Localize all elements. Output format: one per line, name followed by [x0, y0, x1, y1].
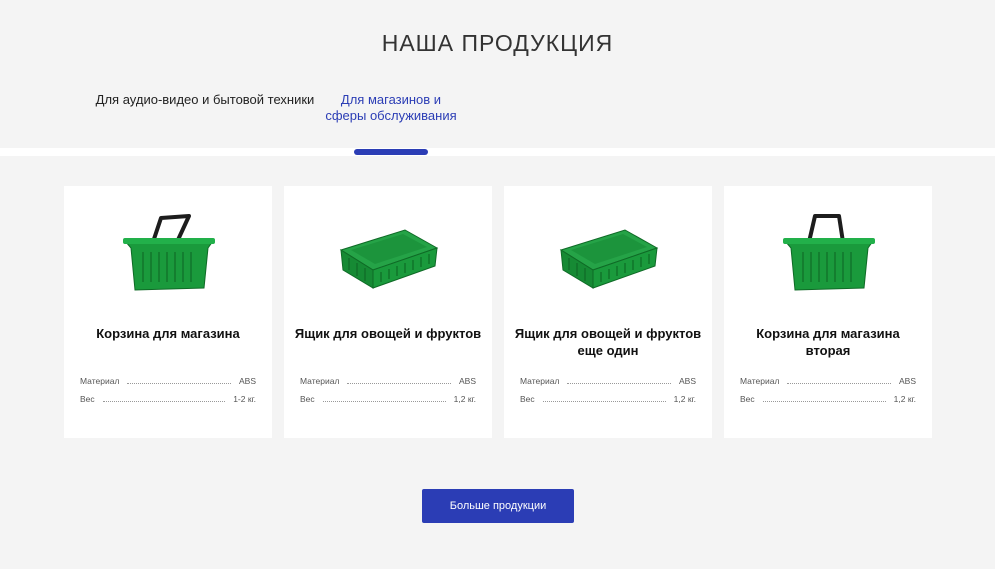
spec-row-weight: Вес 1,2 кг.	[520, 392, 696, 404]
spec-value: 1-2 кг.	[233, 394, 256, 404]
product-name: Ящик для овощей и фруктов еще один	[514, 326, 702, 358]
spec-value: ABS	[678, 376, 696, 386]
active-tab-indicator	[354, 149, 428, 155]
spec-leader-dots	[567, 382, 671, 384]
spec-label: Материал	[80, 376, 120, 386]
product-card[interactable]: Корзина для магазина Материал ABS Вес 1-…	[64, 186, 272, 438]
spec-value: 1,2 кг.	[893, 394, 916, 404]
shopping-basket-image	[64, 210, 272, 300]
spec-value: ABS	[898, 376, 916, 386]
product-card[interactable]: Ящик для овощей и фруктов Материал ABS В…	[284, 186, 492, 438]
tab-audio-video[interactable]: Для аудио-видео и бытовой техники	[95, 92, 315, 108]
spec-label: Материал	[740, 376, 780, 386]
tab-shops-services[interactable]: Для магазинов и сферы обслуживания	[320, 92, 462, 124]
spec-leader-dots	[322, 400, 446, 402]
spec-leader-dots	[102, 400, 226, 402]
tabs-divider	[0, 148, 995, 156]
vegetable-crate-image	[284, 210, 492, 300]
spec-value: ABS	[238, 376, 256, 386]
spec-value: ABS	[458, 376, 476, 386]
product-category-tabs: Для аудио-видео и бытовой техники Для ма…	[0, 92, 995, 156]
spec-row-material: Материал ABS	[740, 374, 916, 386]
shopping-basket-image	[724, 210, 932, 300]
product-card[interactable]: Ящик для овощей и фруктов еще один Матер…	[504, 186, 712, 438]
spec-leader-dots	[542, 400, 666, 402]
spec-leader-dots	[127, 382, 231, 384]
vegetable-crate-image	[504, 210, 712, 300]
product-name: Корзина для магазина	[96, 326, 240, 341]
product-name: Корзина для магазина вторая	[756, 326, 900, 358]
product-name: Ящик для овощей и фруктов	[294, 326, 482, 341]
spec-leader-dots	[347, 382, 451, 384]
spec-leader-dots	[762, 400, 886, 402]
spec-label: Вес	[80, 394, 95, 404]
spec-label: Вес	[300, 394, 315, 404]
spec-row-weight: Вес 1,2 кг.	[740, 392, 916, 404]
spec-value: 1,2 кг.	[673, 394, 696, 404]
spec-label: Материал	[300, 376, 340, 386]
spec-row-material: Материал ABS	[80, 374, 256, 386]
spec-label: Материал	[520, 376, 560, 386]
product-card[interactable]: Корзина для магазина вторая Материал ABS…	[724, 186, 932, 438]
spec-value: 1,2 кг.	[453, 394, 476, 404]
spec-row-weight: Вес 1,2 кг.	[300, 392, 476, 404]
spec-row-material: Материал ABS	[520, 374, 696, 386]
more-products-button[interactable]: Больше продукции	[422, 489, 574, 523]
spec-row-weight: Вес 1-2 кг.	[80, 392, 256, 404]
spec-label: Вес	[520, 394, 535, 404]
section-title: НАША ПРОДУКЦИЯ	[381, 30, 614, 56]
spec-leader-dots	[787, 382, 891, 384]
spec-label: Вес	[740, 394, 755, 404]
spec-row-material: Материал ABS	[300, 374, 476, 386]
